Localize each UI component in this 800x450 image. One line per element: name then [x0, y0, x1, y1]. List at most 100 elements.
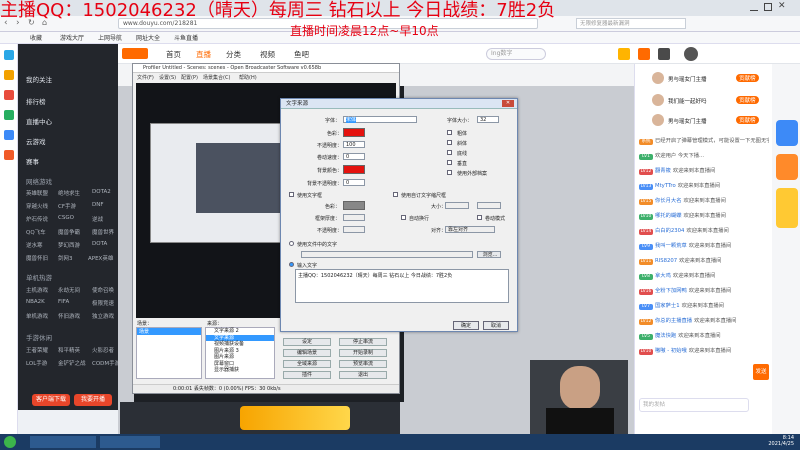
- activity-banner[interactable]: [776, 188, 798, 228]
- category-link[interactable]: 和平精英: [58, 346, 80, 354]
- category-link[interactable]: 主机游戏: [26, 286, 48, 294]
- scene-list[interactable]: 场景: [136, 327, 202, 379]
- opacity-input[interactable]: 100: [343, 141, 365, 148]
- chat-username[interactable]: 我叫一颗荒草: [655, 243, 687, 249]
- bookmark-item[interactable]: 上网导航: [98, 33, 122, 42]
- category-link[interactable]: DNF: [92, 202, 104, 208]
- bookmark-item[interactable]: 斗鱼直播: [174, 33, 198, 42]
- dialog-close-icon[interactable]: ✕: [502, 100, 514, 107]
- category-link[interactable]: 穿越火线: [26, 202, 48, 210]
- chat-username[interactable]: 魔法快跑: [655, 333, 676, 339]
- italic-checkbox[interactable]: [447, 140, 452, 145]
- rank-row[interactable]: 男与瑶女门主播 贡献榜: [638, 114, 770, 128]
- wrap-checkbox[interactable]: [401, 215, 406, 220]
- site-search-input[interactable]: Ing数字: [486, 48, 546, 60]
- category-link[interactable]: QQ飞车: [26, 228, 46, 236]
- bookmark-item[interactable]: 游戏大厅: [60, 33, 84, 42]
- app-icon[interactable]: [4, 90, 14, 100]
- category-link[interactable]: CSGO: [58, 215, 74, 221]
- nav-category[interactable]: 分类: [226, 49, 241, 60]
- category-link[interactable]: FIFA: [58, 299, 69, 305]
- text-content-area[interactable]: 主播QQ：1502046232（晴天）每周三 钻石以上 今日战绩：7胜2负: [295, 269, 509, 303]
- chat-username[interactable]: 哪托的蝴蝶: [655, 213, 682, 219]
- avatar[interactable]: [684, 47, 698, 61]
- category-link[interactable]: 逆水寒: [26, 241, 43, 249]
- height-input[interactable]: [477, 202, 501, 209]
- browse-button[interactable]: 浏览...: [477, 251, 501, 258]
- bg-color-swatch[interactable]: [343, 165, 365, 174]
- obs-start-record-button[interactable]: 开始录制: [339, 349, 387, 357]
- obs-menu-item[interactable]: 帮助(H): [239, 74, 257, 81]
- underline-checkbox[interactable]: [447, 150, 452, 155]
- align-select[interactable]: 靠左对齐: [445, 226, 495, 233]
- outline-opacity-input[interactable]: [343, 226, 365, 233]
- source-list[interactable]: 文字来源 2 文字来源 视频捕获设备 图片来源 3 图片来源 屏幕窗口 显示器捕…: [205, 327, 275, 379]
- nav-fishbar[interactable]: 鱼吧: [294, 49, 309, 60]
- browser-search-input[interactable]: 无限修复器最新漏洞: [576, 18, 686, 29]
- category-link[interactable]: 火影忍者: [92, 346, 114, 354]
- chat-username[interactable]: 翻青筱: [655, 168, 671, 174]
- category-link[interactable]: 逆战: [92, 215, 103, 223]
- font-size-input[interactable]: 32: [477, 116, 499, 123]
- category-link[interactable]: 炉石传说: [26, 215, 48, 223]
- rank-row[interactable]: 男与瑶女门主播 贡献榜: [638, 72, 770, 86]
- outline-color-swatch[interactable]: [343, 201, 365, 210]
- source-item[interactable]: 显示器捕获: [206, 367, 274, 374]
- cancel-button[interactable]: 取消: [483, 321, 509, 330]
- outline-thickness-input[interactable]: [343, 214, 365, 221]
- category-link[interactable]: 怀旧游戏: [58, 312, 80, 320]
- category-link[interactable]: 永劫无间: [58, 286, 80, 294]
- bold-checkbox[interactable]: [447, 130, 452, 135]
- category-link[interactable]: APEX英雄: [88, 254, 113, 262]
- rank-tag[interactable]: 贡献榜: [736, 116, 759, 124]
- category-link[interactable]: 梦幻西游: [58, 241, 80, 249]
- obs-plugins-button[interactable]: 插件: [283, 371, 331, 379]
- close-icon[interactable]: ✕: [778, 1, 786, 11]
- category-link[interactable]: 魔兽怀旧: [26, 254, 48, 262]
- sidebar-item-rank[interactable]: 排行榜: [26, 96, 46, 106]
- vertical-checkbox[interactable]: [447, 160, 452, 165]
- sidebar-item-live-center[interactable]: 直播中心: [26, 116, 52, 126]
- douyu-logo[interactable]: [122, 48, 148, 59]
- app-icon[interactable]: [4, 150, 14, 160]
- nav-live[interactable]: 直播: [196, 49, 211, 60]
- category-link[interactable]: 金铲铲之战: [58, 359, 86, 367]
- history-icon[interactable]: [658, 48, 670, 60]
- category-link[interactable]: 魔兽争霸: [58, 228, 80, 236]
- width-input[interactable]: [445, 202, 469, 209]
- sidebar-item-follow[interactable]: 我的关注: [26, 74, 52, 84]
- ok-button[interactable]: 确定: [453, 321, 479, 330]
- chat-username[interactable]: 国家萨士1: [655, 303, 680, 309]
- app-icon[interactable]: [4, 130, 14, 140]
- minimize-icon[interactable]: [750, 3, 758, 11]
- maximize-icon[interactable]: [764, 3, 772, 11]
- category-link[interactable]: LOL手游: [26, 359, 47, 367]
- nav-home[interactable]: 首页: [166, 49, 181, 60]
- download-client-button[interactable]: 客户端下载: [32, 394, 70, 406]
- use-outline-checkbox[interactable]: [289, 192, 294, 197]
- category-link[interactable]: CF手游: [58, 202, 76, 210]
- nav-video[interactable]: 视频: [260, 49, 275, 60]
- obs-global-sources-button[interactable]: 全域来源: [283, 360, 331, 368]
- font-select[interactable]: 宋体: [343, 116, 417, 123]
- start-live-button[interactable]: 我要开播: [74, 394, 112, 406]
- bg-opacity-input[interactable]: 0: [343, 179, 365, 186]
- rank-tag[interactable]: 贡献榜: [736, 74, 759, 82]
- custom-size-checkbox[interactable]: [393, 192, 398, 197]
- sidebar-item-cloud-game[interactable]: 云游戏: [26, 136, 46, 146]
- use-file-radio[interactable]: [289, 241, 294, 246]
- category-link[interactable]: 王者荣耀: [26, 346, 48, 354]
- bookmark-item[interactable]: 收藏: [30, 33, 42, 42]
- app-icon[interactable]: [4, 110, 14, 120]
- send-button[interactable]: 发送: [753, 364, 769, 380]
- scroll-speed-input[interactable]: 0: [343, 153, 365, 160]
- taskbar-item[interactable]: [30, 436, 96, 448]
- category-link[interactable]: 独立游戏: [92, 312, 114, 320]
- scroll-mode-checkbox[interactable]: [477, 215, 482, 220]
- scene-item[interactable]: 场景: [137, 328, 201, 335]
- category-link[interactable]: 英雄联盟: [26, 189, 48, 197]
- app-icon[interactable]: [4, 70, 14, 80]
- file-path-input[interactable]: [301, 251, 473, 258]
- obs-menu-item[interactable]: 设置(S): [159, 74, 176, 81]
- rank-tag[interactable]: 贡献榜: [736, 96, 759, 104]
